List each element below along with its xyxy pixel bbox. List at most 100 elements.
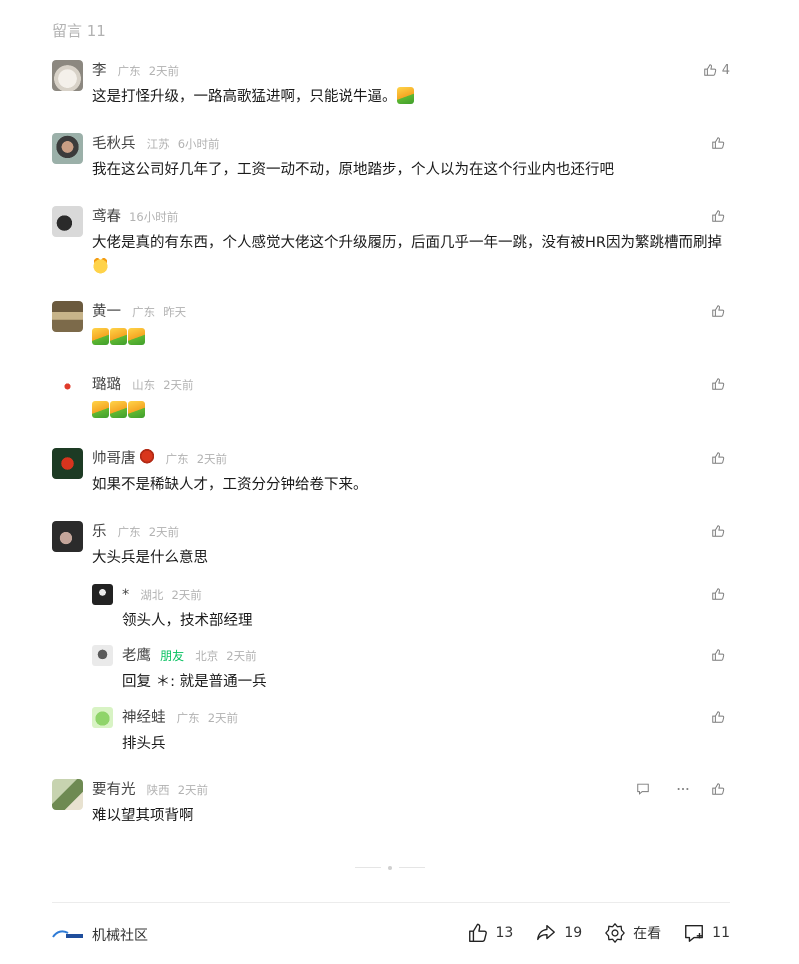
comment-text	[92, 399, 732, 423]
bottom-bar: 机械社区 13 19 在看 11	[52, 920, 730, 950]
comment-item: 毛秋兵 江苏 6小时前 我在这公司好几年了，工资一动不动，原地踏步，个人以为在这…	[52, 133, 730, 183]
thumbs-up-icon	[712, 525, 725, 537]
comment-author[interactable]: 李	[92, 63, 107, 79]
like-button[interactable]	[711, 133, 730, 153]
like-button[interactable]	[711, 707, 730, 727]
comment-location: 江苏	[146, 137, 170, 151]
watching-button[interactable]: 在看	[604, 922, 661, 944]
brand-name: 机械社区	[92, 928, 148, 944]
thumbs-up-icon	[712, 137, 725, 149]
comment-time: 2天前	[196, 452, 228, 466]
avatar[interactable]	[52, 779, 83, 810]
comment-time: 2天前	[163, 378, 194, 392]
comment-author[interactable]: 璐璐	[92, 377, 121, 393]
like-button[interactable]	[711, 448, 730, 468]
thumbs-up-icon	[712, 210, 725, 222]
thumbs-up-icon	[712, 452, 725, 464]
comment-text: 大头兵是什么意思	[92, 550, 208, 566]
comment-button[interactable]: 11	[683, 922, 730, 944]
comment-location: 广东	[117, 64, 141, 78]
avatar[interactable]	[92, 707, 113, 728]
brand-logo-icon	[52, 929, 84, 941]
more-icon[interactable]	[676, 782, 690, 796]
comment-text	[92, 326, 732, 350]
comment-location: 广东	[117, 525, 141, 539]
comment-text: 排头兵	[122, 736, 166, 752]
thumbs-up-emoji-icon	[92, 401, 109, 418]
comment-location: 湖北	[140, 588, 164, 602]
like-article-button[interactable]: 13	[467, 922, 514, 944]
like-button[interactable]	[711, 374, 730, 394]
thumbs-up-icon	[712, 783, 725, 795]
comment-item: 鸢春 16小时前 大佬是真的有东西，个人感觉大佬这个升级履历，后面几乎一年一跳，…	[52, 206, 730, 276]
comment-count: 11	[712, 925, 730, 941]
comment-time: 2天前	[148, 525, 180, 539]
thumbs-up-emoji-icon	[396, 87, 414, 104]
comment-author[interactable]: 鸢春	[92, 209, 121, 225]
thumbs-up-emoji-icon	[110, 328, 127, 345]
comment-location: 山东	[132, 378, 156, 392]
avatar[interactable]	[52, 60, 83, 91]
avatar[interactable]	[52, 133, 83, 164]
share-icon	[537, 924, 556, 941]
thumbs-up-emoji-icon	[92, 328, 109, 345]
thumbs-up-icon	[712, 305, 725, 317]
reply-item: 神经蛙 广东 2天前 排头兵	[92, 707, 730, 757]
comment-icon	[685, 924, 704, 942]
share-button[interactable]: 19	[535, 922, 582, 944]
thumbs-up-emoji-icon	[128, 328, 145, 345]
avatar[interactable]	[92, 645, 113, 666]
reply-icon[interactable]	[636, 782, 650, 796]
comment-author[interactable]: *	[122, 587, 129, 603]
avatar[interactable]	[52, 521, 83, 552]
comment-author[interactable]: 神经蛙	[122, 710, 166, 726]
comment-time: 2天前	[171, 588, 202, 602]
comment-author[interactable]: 要有光	[92, 782, 136, 798]
like-button[interactable]	[711, 584, 730, 604]
thumbs-up-icon	[703, 64, 716, 76]
avatar[interactable]	[52, 448, 83, 479]
thumbs-up-icon	[468, 923, 487, 942]
avatar[interactable]	[52, 301, 83, 332]
watching-icon	[605, 923, 625, 943]
maple-leaf-emoji-icon	[138, 449, 155, 465]
like-button[interactable]	[711, 645, 730, 665]
like-button[interactable]	[711, 206, 730, 226]
thumbs-up-icon	[712, 378, 725, 390]
account-link[interactable]: 机械社区	[52, 925, 148, 945]
comment-time: 昨天	[163, 305, 187, 319]
like-button[interactable]	[711, 521, 730, 541]
like-button[interactable]	[711, 779, 730, 799]
like-count: 4	[721, 62, 730, 78]
comment-author[interactable]: 黄一	[92, 304, 121, 320]
comment-item: 帅哥唐 广东 2天前 如果不是稀缺人才，工资分分钟给卷下来。	[52, 448, 730, 498]
comment-item: 乐 广东 2天前 大头兵是什么意思	[52, 521, 730, 571]
comment-text: 我在这公司好几年了，工资一动不动，原地踏步，个人以为在这个行业内也还行吧	[92, 162, 614, 178]
thumbs-up-icon	[712, 649, 725, 661]
avatar[interactable]	[92, 584, 113, 605]
comment-text: 回复 ＊: 就是普通一兵	[122, 674, 267, 690]
avatar[interactable]	[52, 206, 83, 237]
like-button[interactable]: 4	[703, 60, 730, 80]
comment-time: 2天前	[177, 783, 209, 797]
comment-author[interactable]: 毛秋兵	[92, 136, 136, 152]
thumbs-up-emoji-icon	[110, 401, 127, 418]
comment-location: 广东	[132, 305, 156, 319]
comment-text: 这是打怪升级，一路高歌猛进啊，只能说牛逼。	[92, 89, 397, 105]
watching-label: 在看	[633, 926, 662, 942]
comment-location: 北京	[195, 649, 219, 663]
avatar[interactable]	[52, 374, 83, 405]
comment-author[interactable]: 帅哥唐	[92, 451, 136, 467]
like-count: 13	[495, 925, 514, 941]
share-count: 19	[564, 925, 583, 941]
comments-title: 留言 11	[52, 22, 106, 40]
reply-item: 老鹰 朋友 北京 2天前 回复 ＊: 就是普通一兵	[92, 645, 730, 695]
comment-item: 李 广东 2天前 4 这是打怪升级，一路高歌猛进啊，只能说牛逼。	[52, 60, 730, 110]
like-button[interactable]	[711, 301, 730, 321]
comment-author[interactable]: 老鹰	[122, 648, 151, 664]
comment-time: 2天前	[226, 649, 257, 663]
comment-author[interactable]: 乐	[92, 524, 107, 540]
thumbs-up-icon	[712, 588, 725, 600]
comment-location: 广东	[165, 452, 189, 466]
divider	[52, 902, 730, 903]
